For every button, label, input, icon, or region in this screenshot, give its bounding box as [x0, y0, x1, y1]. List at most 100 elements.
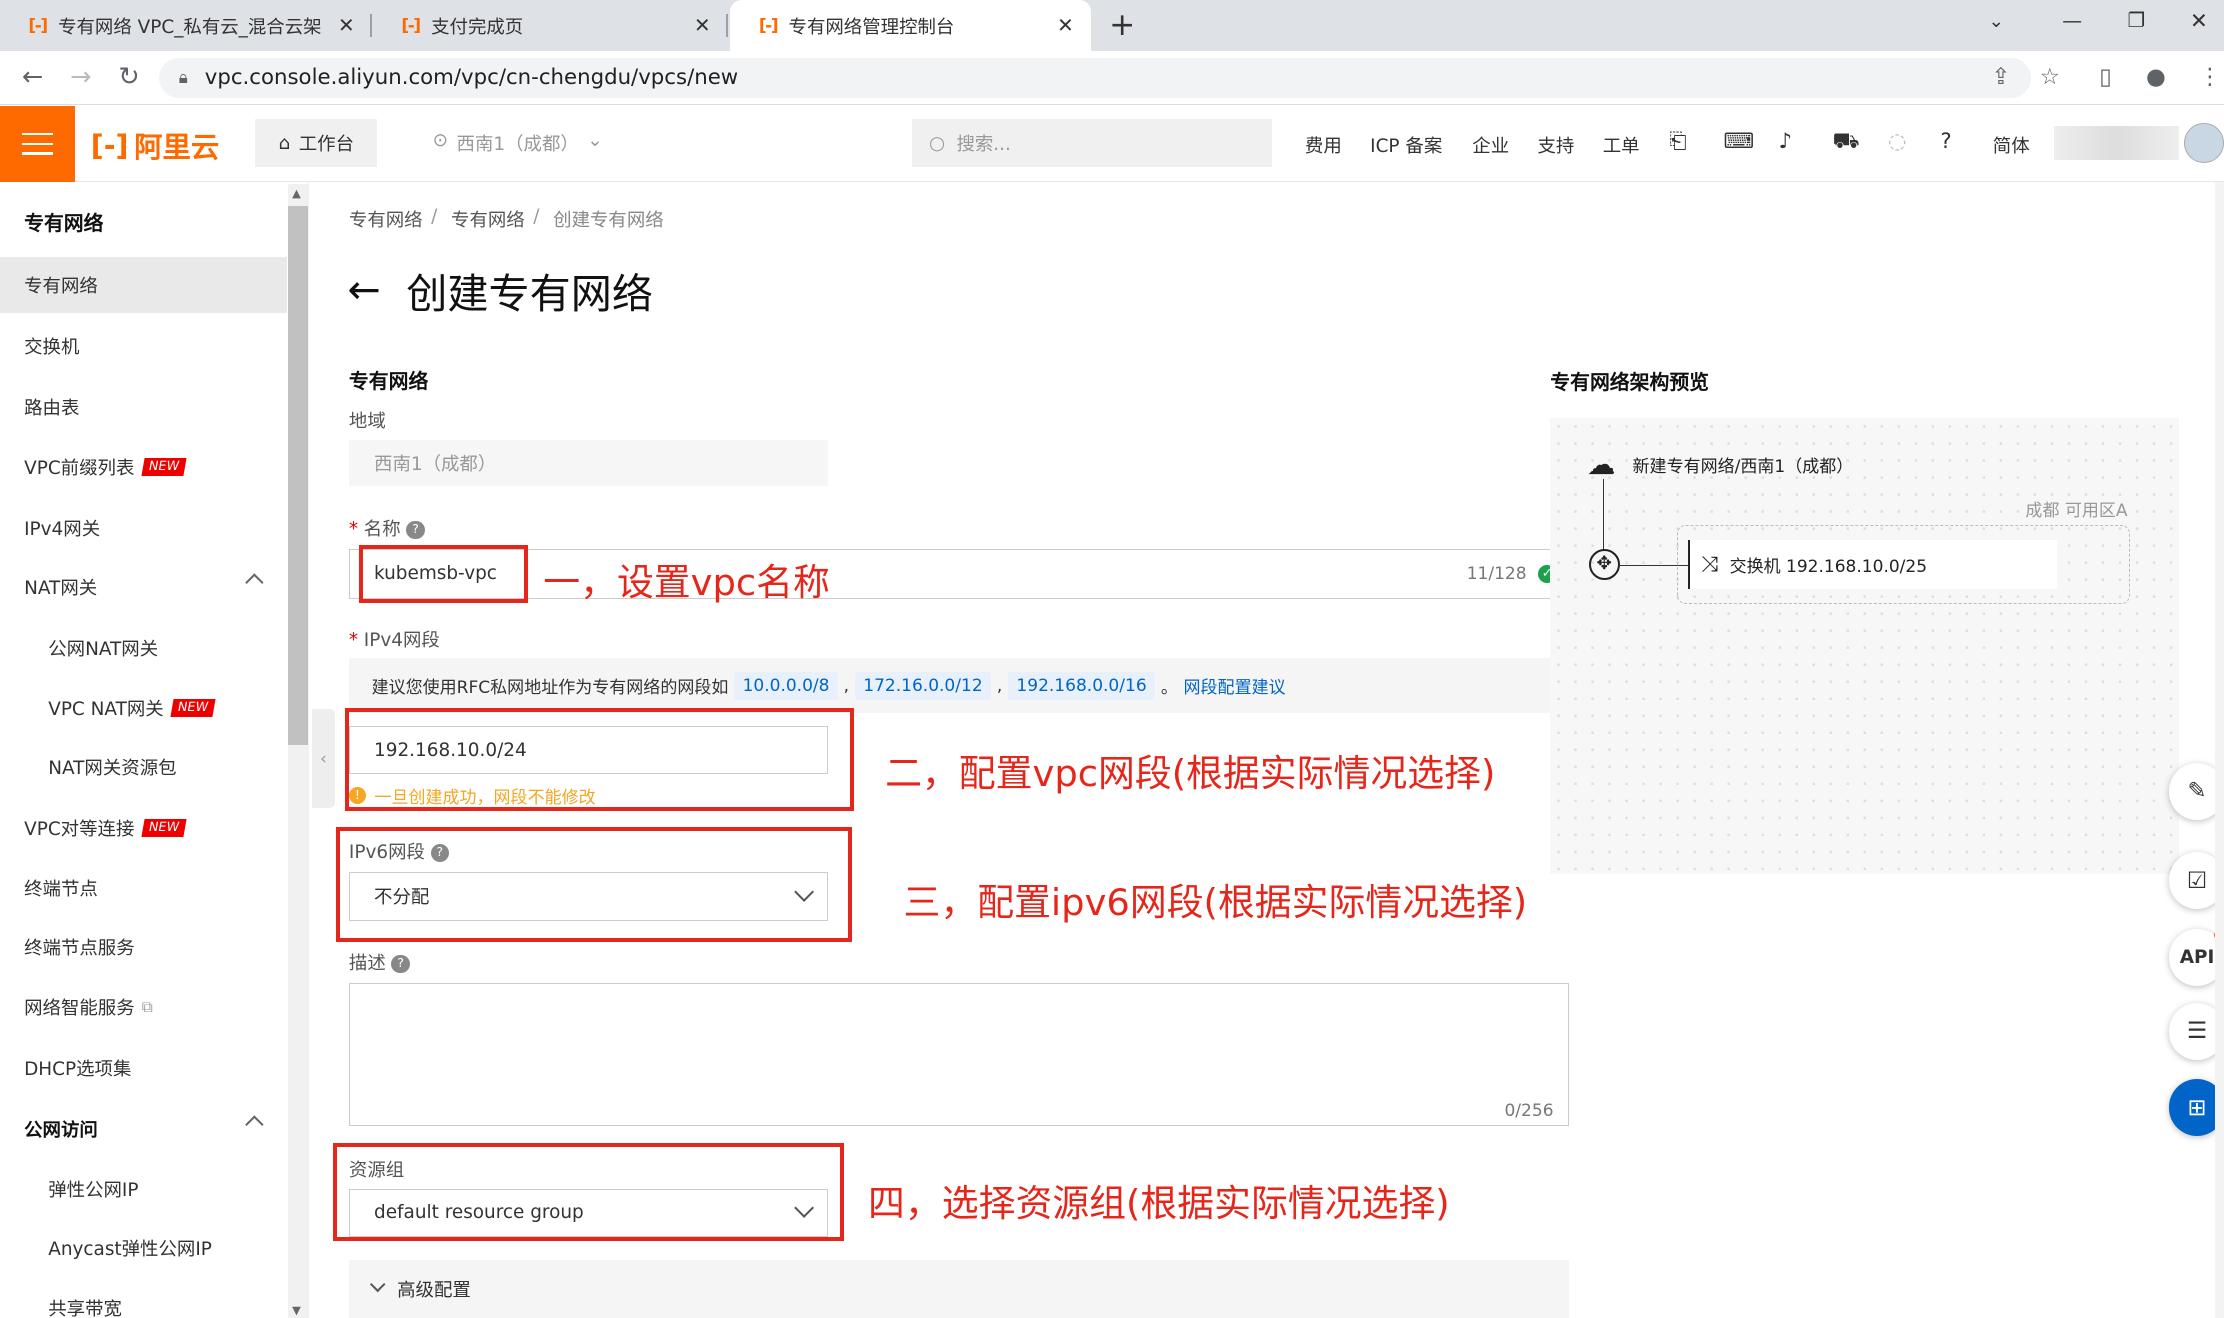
minimize-icon[interactable]: —: [2062, 9, 2082, 32]
browser-tab-2[interactable]: [-] 支付完成页 ✕: [373, 0, 728, 51]
browser-tab-1[interactable]: [-] 专有网络 VPC_私有云_混合云架 ✕: [0, 0, 372, 51]
bookmark-star-icon[interactable]: ☆: [2040, 64, 2060, 90]
sidebar-item-label: VPC NAT网关: [48, 698, 164, 720]
sidebar-item-label: 公网访问: [24, 1120, 98, 1141]
annotation-text-step2: 二，配置vpc网段(根据实际情况选择): [885, 752, 1496, 796]
console-header: [-] 阿里云 ⌂ 工作台 ⊙ 西南1（成都） ⌄ ○ 搜索... 费用 ICP…: [0, 106, 2224, 182]
tab-search-chevron-icon[interactable]: ⌄: [1989, 11, 2004, 32]
vswitch-label: 交换机 192.168.10.0/25: [1729, 557, 1928, 577]
breadcrumb-item[interactable]: 专有网络: [451, 206, 525, 232]
sidebar-item-eip[interactable]: 弹性公网IP: [0, 1160, 287, 1217]
terminal-icon[interactable]: ⌨: [1723, 129, 1754, 154]
side-panel-icon[interactable]: ▯: [2099, 64, 2112, 90]
advanced-config-label: 高级配置: [397, 1279, 471, 1301]
sidebar-item-label: Anycast弹性公网IP: [48, 1239, 212, 1261]
ipv4-suggestion-tag[interactable]: 10.0.0.0/8: [734, 671, 838, 701]
sidebar-title: 专有网络: [24, 212, 104, 236]
sidebar-scrollbar-thumb[interactable]: [287, 205, 308, 745]
scroll-down-icon[interactable]: ▼: [292, 1303, 301, 1317]
chat-icon: ☰: [2186, 1018, 2208, 1045]
back-arrow-icon[interactable]: ←: [348, 267, 381, 313]
region-label: 西南1（成都）: [456, 134, 579, 156]
region-field-label: 地域: [348, 411, 386, 433]
annotation-text-step3: 三，配置ipv6网段(根据实际情况选择): [903, 881, 1528, 925]
profile-icon[interactable]: ●: [2146, 64, 2166, 90]
bell-icon[interactable]: ♪: [1779, 129, 1793, 154]
account-name-blurred[interactable]: [2053, 126, 2179, 161]
sidebar-item-vpc[interactable]: 专有网络: [0, 256, 287, 314]
tab-close-icon[interactable]: ✕: [338, 14, 355, 37]
aliyun-favicon-icon: [-]: [401, 15, 421, 36]
reload-icon[interactable]: ↻: [113, 62, 144, 92]
language-switch[interactable]: 简体: [1993, 132, 2030, 158]
header-link-billing[interactable]: 费用: [1305, 132, 1342, 158]
aliyun-favicon-icon: [-]: [758, 15, 779, 36]
chevron-up-icon: [245, 1115, 264, 1134]
header-link-ticket[interactable]: 工单: [1603, 132, 1640, 158]
browser-tab-3-active[interactable]: [-] 专有网络管理控制台 ✕: [730, 0, 1091, 52]
restore-icon[interactable]: ❐: [2128, 9, 2146, 32]
router-icon: ✥: [1588, 548, 1620, 581]
main-scrollbar[interactable]: [2215, 181, 2224, 1318]
forward-icon[interactable]: →: [65, 62, 96, 92]
back-icon[interactable]: ←: [17, 62, 48, 92]
ipv4-suggestion-tag[interactable]: 192.168.0.0/16: [1007, 671, 1156, 701]
tab-close-icon[interactable]: ✕: [1057, 14, 1074, 37]
browser-tab-bar: [-] 专有网络 VPC_私有云_混合云架 ✕ [-] 支付完成页 ✕ [-] …: [0, 0, 2224, 52]
global-search-input[interactable]: ○ 搜索...: [912, 119, 1273, 168]
browser-menu-icon[interactable]: ⋮: [2198, 64, 2221, 90]
ipv4-suggestion-tag[interactable]: 172.16.0.0/12: [854, 671, 992, 701]
sidebar-item-vpc-nat[interactable]: VPC NAT网关 NEW: [0, 679, 287, 736]
url-input[interactable]: 🔒︎ vpc.console.aliyun.com/vpc/cn-chengdu…: [158, 58, 2032, 98]
sidebar-item-vpc-peering[interactable]: VPC对等连接 NEW: [0, 800, 287, 857]
tab-close-icon[interactable]: ✕: [694, 14, 711, 37]
annotation-box-resource-group: [333, 1143, 844, 1242]
new-tab-button[interactable]: +: [1109, 7, 1135, 43]
sidebar-item-route-table[interactable]: 路由表: [0, 379, 287, 436]
sidebar-item-ipv4-gateway[interactable]: IPv4网关: [0, 499, 287, 556]
sidebar-item-endpoint[interactable]: 终端节点: [0, 860, 287, 917]
workbench-button[interactable]: ⌂ 工作台: [255, 119, 378, 168]
cart-icon[interactable]: ⛟: [1833, 129, 1860, 157]
avatar[interactable]: [2184, 123, 2224, 164]
hamburger-menu-button[interactable]: [0, 106, 76, 182]
lightbulb-icon[interactable]: ◌: [1888, 129, 1907, 154]
sidebar-item-nat-gateway[interactable]: NAT网关: [0, 559, 287, 616]
sidebar-item-vswitch[interactable]: 交换机: [0, 318, 287, 375]
form-section-title: 专有网络: [348, 369, 429, 393]
sidebar-group-public-access[interactable]: 公网访问: [0, 1101, 287, 1158]
name-char-count: 11/128: [1466, 563, 1527, 584]
sidebar-item-endpoint-service[interactable]: 终端节点服务: [0, 919, 287, 976]
name-input[interactable]: kubemsb-vpc 11/128 ✓: [348, 548, 1569, 599]
sidebar-item-dhcp[interactable]: DHCP选项集: [0, 1040, 287, 1097]
new-badge: NEW: [141, 819, 186, 838]
api-icon[interactable]: ⎗: [1669, 129, 1686, 154]
search-icon: ○: [929, 132, 946, 154]
sidebar-item-public-nat[interactable]: 公网NAT网关: [0, 620, 287, 677]
share-icon[interactable]: ⇪: [1991, 64, 2010, 90]
annotation-text-step4: 四，选择资源组(根据实际情况选择): [868, 1181, 1450, 1225]
description-textarea[interactable]: 0/256: [348, 982, 1569, 1127]
aliyun-logo[interactable]: [-] 阿里云: [91, 125, 219, 166]
header-link-icp[interactable]: ICP 备案: [1370, 132, 1442, 158]
sidebar-item-shared-bandwidth[interactable]: 共享带宽: [0, 1279, 287, 1318]
advanced-config-toggle[interactable]: 高级配置: [348, 1259, 1569, 1318]
vpc-node-label: 新建专有网络/西南1（成都）: [1632, 457, 1854, 478]
region-selector[interactable]: ⊙ 西南1（成都） ⌄: [433, 130, 603, 156]
header-link-support[interactable]: 支持: [1538, 132, 1575, 158]
header-link-enterprise[interactable]: 企业: [1472, 132, 1509, 158]
breadcrumb-item[interactable]: 专有网络: [349, 206, 423, 232]
sidebar-item-nat-package[interactable]: NAT网关资源包: [0, 739, 287, 796]
scroll-up-icon[interactable]: ▲: [292, 186, 301, 200]
sidebar-item-network-intelligence[interactable]: 网络智能服务 ⧉: [0, 979, 287, 1036]
help-circle-icon[interactable]: ?: [1940, 129, 1951, 154]
vswitch-node: ⤨ 交换机 192.168.10.0/25: [1687, 540, 2057, 589]
close-window-icon[interactable]: ✕: [2190, 9, 2208, 34]
sidebar-item-prefix-list[interactable]: VPC前缀列表 NEW: [0, 438, 287, 495]
cloud-icon: ☁: [1587, 448, 1616, 482]
ipv4-advice-link[interactable]: 网段配置建议: [1184, 673, 1286, 698]
annotation-box-ipv6: [336, 826, 853, 942]
sidebar-item-anycast-eip[interactable]: Anycast弹性公网IP: [0, 1220, 287, 1277]
url-text: vpc.console.aliyun.com/vpc/cn-chengdu/vp…: [204, 65, 739, 91]
sidebar-collapse-button[interactable]: ‹: [312, 709, 335, 809]
